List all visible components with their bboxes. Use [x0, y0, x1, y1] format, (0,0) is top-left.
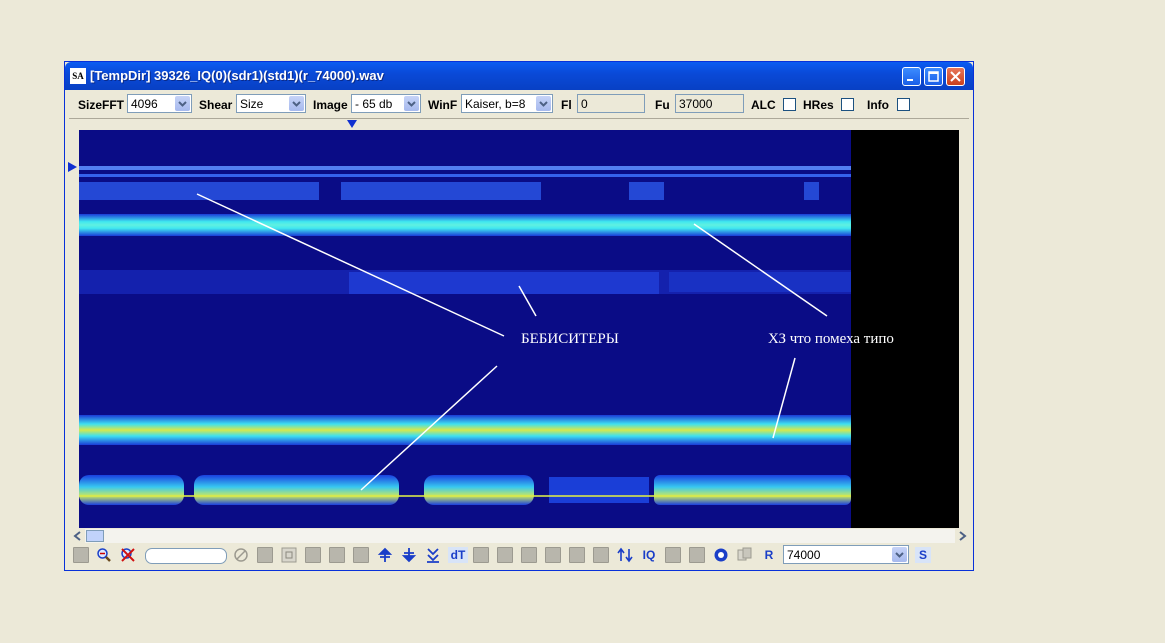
sizefft-select[interactable]: 4096	[127, 94, 192, 113]
tool-icon-4[interactable]	[353, 547, 369, 563]
image-label: Image	[313, 98, 348, 112]
zoom-reset-icon[interactable]	[120, 547, 136, 563]
fl-label: Fl	[561, 98, 572, 112]
iq-button[interactable]: IQ	[639, 547, 659, 563]
app-icon: SA	[70, 68, 86, 84]
alc-checkbox[interactable]	[783, 98, 796, 111]
close-button[interactable]	[946, 67, 965, 86]
chevron-down-icon	[289, 96, 304, 111]
hres-checkbox[interactable]	[841, 98, 854, 111]
frame-icon[interactable]	[281, 547, 297, 563]
tool-icon-9[interactable]	[569, 547, 585, 563]
shear-select[interactable]: Size	[236, 94, 306, 113]
arrow-up-bar-icon[interactable]	[377, 547, 393, 563]
chevron-down-icon	[175, 96, 190, 111]
arrow-down-bar-icon[interactable]	[401, 547, 417, 563]
toolbar-divider	[69, 118, 969, 119]
sample-rate-select[interactable]: 74000	[783, 545, 909, 564]
tool-icon-1[interactable]	[257, 547, 273, 563]
settings-toolbar: SizeFFT 4096 Shear Size Image - 65 db Wi…	[69, 92, 969, 116]
image-db-select[interactable]: - 65 db	[351, 94, 421, 113]
window-function-select[interactable]: Kaiser, b=8	[461, 94, 553, 113]
hres-label: HRes	[803, 98, 834, 112]
window-title: [TempDir] 39326_IQ(0)(sdr1)(std1)(r_7400…	[90, 68, 384, 83]
winf-label: WinF	[428, 98, 458, 112]
maximize-icon	[928, 71, 939, 82]
title-bar[interactable]: SA [TempDir] 39326_IQ(0)(sdr1)(std1)(r_7…	[65, 62, 973, 90]
tool-icon-11[interactable]	[665, 547, 681, 563]
chevron-down-icon	[536, 96, 551, 111]
tool-icon-12[interactable]	[689, 547, 705, 563]
arrow-double-down-icon[interactable]	[425, 547, 441, 563]
minimize-icon	[907, 79, 913, 81]
tool-icon-5[interactable]	[473, 547, 489, 563]
annotation-interference: ХЗ что помеха типо	[768, 331, 894, 347]
scroll-thumb[interactable]	[86, 530, 104, 542]
info-checkbox[interactable]	[897, 98, 910, 111]
close-icon	[950, 71, 961, 82]
position-slider[interactable]	[145, 548, 227, 564]
chevron-down-icon	[892, 547, 907, 562]
page-icon[interactable]	[73, 547, 89, 563]
tool-icon-6[interactable]	[497, 547, 513, 563]
dt-button[interactable]: dT	[448, 547, 468, 563]
arrow-right-icon	[959, 531, 967, 541]
fu-field[interactable]: 37000	[675, 94, 744, 113]
app-window: SA [TempDir] 39326_IQ(0)(sdr1)(std1)(r_7…	[64, 61, 974, 571]
annotation-babysitters: БЕБИСИТЕРЫ	[521, 331, 619, 347]
copy-icon[interactable]	[737, 547, 753, 563]
recycle-icon[interactable]	[713, 547, 729, 563]
alc-label: ALC	[751, 98, 776, 112]
zoom-out-icon[interactable]	[96, 547, 112, 563]
arrow-left-icon	[73, 531, 81, 541]
minimize-button[interactable]	[902, 67, 921, 86]
tool-icon-3[interactable]	[329, 547, 345, 563]
fl-field[interactable]: 0	[577, 94, 645, 113]
no-entry-icon[interactable]	[233, 547, 249, 563]
sizefft-label: SizeFFT	[78, 98, 125, 112]
bottom-toolbar: dT IQ R 74000 S	[69, 544, 969, 568]
tool-icon-8[interactable]	[545, 547, 561, 563]
spectrogram[interactable]	[79, 130, 959, 528]
s-button[interactable]: S	[915, 547, 931, 563]
shear-label: Shear	[199, 98, 233, 112]
swap-vertical-icon[interactable]	[617, 547, 633, 563]
frequency-cursor-marker[interactable]	[68, 162, 77, 172]
tool-icon-2[interactable]	[305, 547, 321, 563]
fu-label: Fu	[655, 98, 670, 112]
r-button[interactable]: R	[761, 547, 777, 563]
info-label: Info	[867, 98, 889, 112]
tool-icon-10[interactable]	[593, 547, 609, 563]
maximize-button[interactable]	[924, 67, 943, 86]
scroll-left-button[interactable]	[71, 529, 85, 543]
chevron-down-icon	[404, 96, 419, 111]
time-cursor-marker[interactable]	[347, 120, 357, 128]
tool-icon-7[interactable]	[521, 547, 537, 563]
horizontal-scrollbar[interactable]	[71, 529, 969, 543]
scroll-right-button[interactable]	[955, 529, 969, 543]
